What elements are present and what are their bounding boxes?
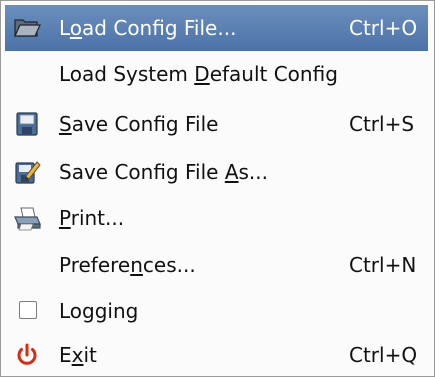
menu-item-shortcut: Ctrl+S xyxy=(349,112,415,136)
save-as-icon xyxy=(13,158,41,186)
menu-item-label: Load System Default Config xyxy=(59,62,338,86)
menu-item-shortcut: Ctrl+O xyxy=(349,16,418,40)
file-menu: Load Config File... Ctrl+O Load System D… xyxy=(0,0,435,377)
menu-item-label: Save Config File As... xyxy=(59,160,268,184)
menu-item-print[interactable]: Print... xyxy=(5,195,428,241)
menu-item-exit[interactable]: Exit Ctrl+Q xyxy=(5,332,428,378)
menu-item-label: Preferences... xyxy=(59,253,196,277)
menu-item-logging[interactable]: Logging xyxy=(5,288,428,334)
menu-item-preferences[interactable]: Preferences... Ctrl+N xyxy=(5,242,428,288)
floppy-disk-icon xyxy=(13,110,41,138)
menu-item-load-config-file[interactable]: Load Config File... Ctrl+O xyxy=(5,5,428,51)
menu-item-label: Exit xyxy=(59,343,97,367)
menu-item-shortcut: Ctrl+N xyxy=(349,253,417,277)
menu-item-shortcut: Ctrl+Q xyxy=(349,343,418,367)
menu-item-label: Load Config File... xyxy=(59,16,237,40)
menu-item-save-config-file-as[interactable]: Save Config File As... xyxy=(5,149,428,195)
menu-item-label: Logging xyxy=(59,299,139,323)
menu-item-label: Save Config File xyxy=(59,112,219,136)
menu-item-label: Print... xyxy=(59,206,125,230)
folder-open-icon xyxy=(13,14,41,42)
logging-checkbox[interactable] xyxy=(19,301,37,319)
menu-item-save-config-file[interactable]: Save Config File Ctrl+S xyxy=(5,101,428,147)
menu-item-load-system-default-config[interactable]: Load System Default Config xyxy=(5,51,428,97)
power-icon xyxy=(13,341,41,369)
printer-icon xyxy=(13,204,41,232)
